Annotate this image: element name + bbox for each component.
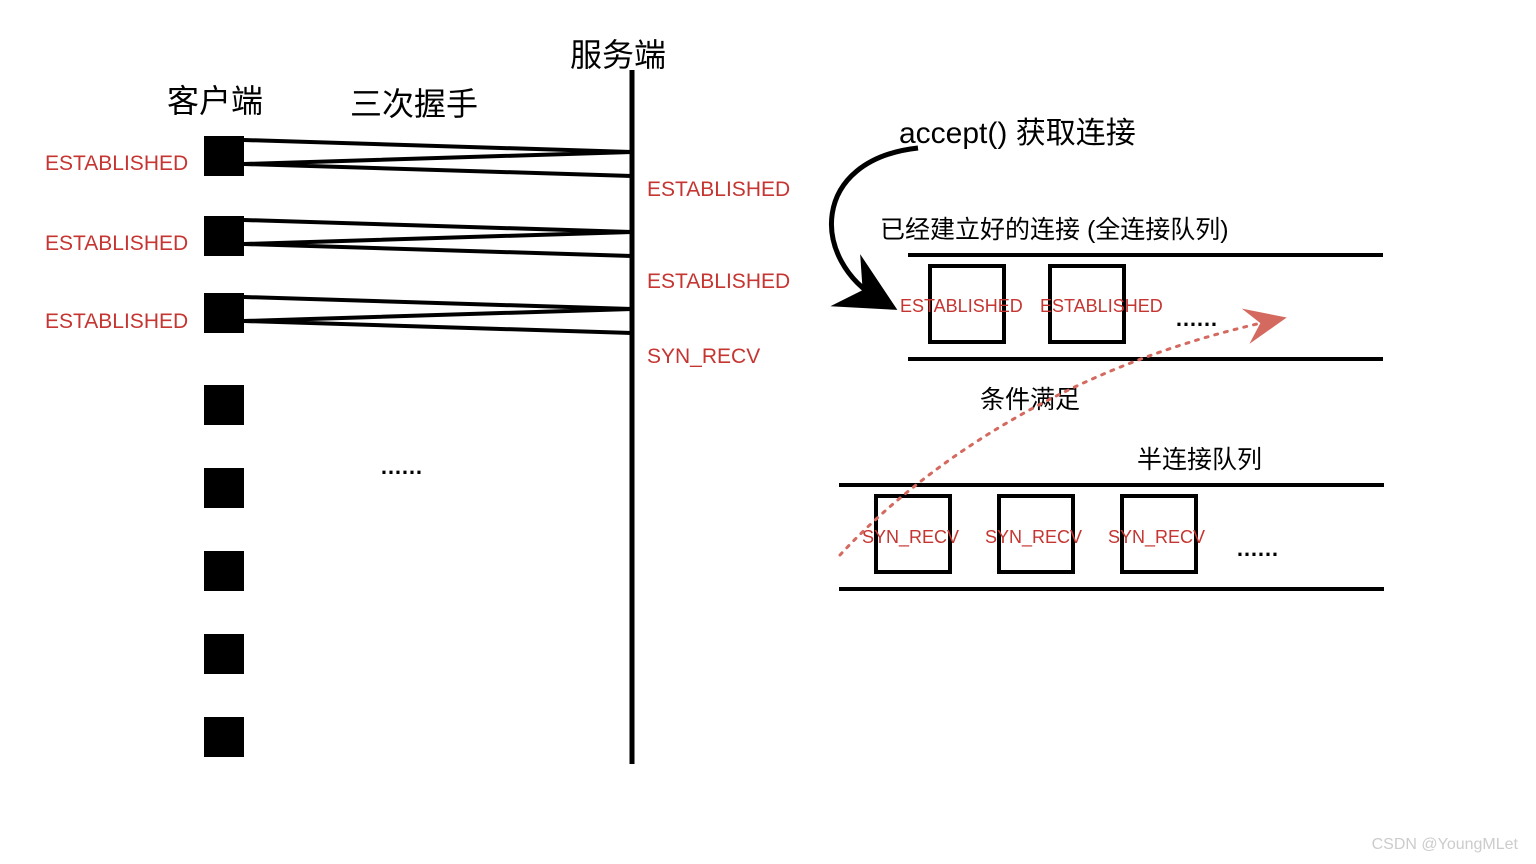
client-box-2 [204,293,244,333]
full-queue-item-0: ESTABLISHED [900,296,1023,317]
accept-label: accept() 获取连接 [899,108,1136,152]
server-state-0: ESTABLISHED [647,178,790,202]
client-box-0 [204,136,244,176]
full-queue-title: 已经建立好的连接 (全连接队列) [880,210,1229,246]
client-box-6 [204,634,244,674]
full-queue-item-1: ESTABLISHED [1040,296,1163,317]
handshake-title: 三次握手 [350,79,478,125]
client-box-4 [204,468,244,508]
client-title: 客户端 [167,76,263,122]
client-state-0: ESTABLISHED [45,152,188,176]
client-state-2: ESTABLISHED [45,310,188,334]
client-box-3 [204,385,244,425]
half-queue-item-2: SYN_RECV [1108,527,1205,548]
server-state-1: ESTABLISHED [647,270,790,294]
watermark: CSDN @YoungMLet [1372,836,1518,854]
client-box-7 [204,717,244,757]
half-queue-ellipsis: …… [1236,536,1278,562]
half-queue-item-0: SYN_RECV [862,527,959,548]
server-title: 服务端 [570,30,666,76]
diagram-root: 服务端 客户端 三次握手 ESTABLISHED ESTABLISHED EST… [0,0,1536,864]
client-box-1 [204,216,244,256]
condition-label: 条件满足 [980,380,1080,416]
full-queue-ellipsis: …… [1175,306,1217,332]
client-box-5 [204,551,244,591]
half-queue-item-1: SYN_RECV [985,527,1082,548]
client-state-1: ESTABLISHED [45,232,188,256]
left-ellipsis: …… [380,454,422,480]
server-state-2: SYN_RECV [647,345,760,369]
half-queue-title: 半连接队列 [1137,440,1262,476]
